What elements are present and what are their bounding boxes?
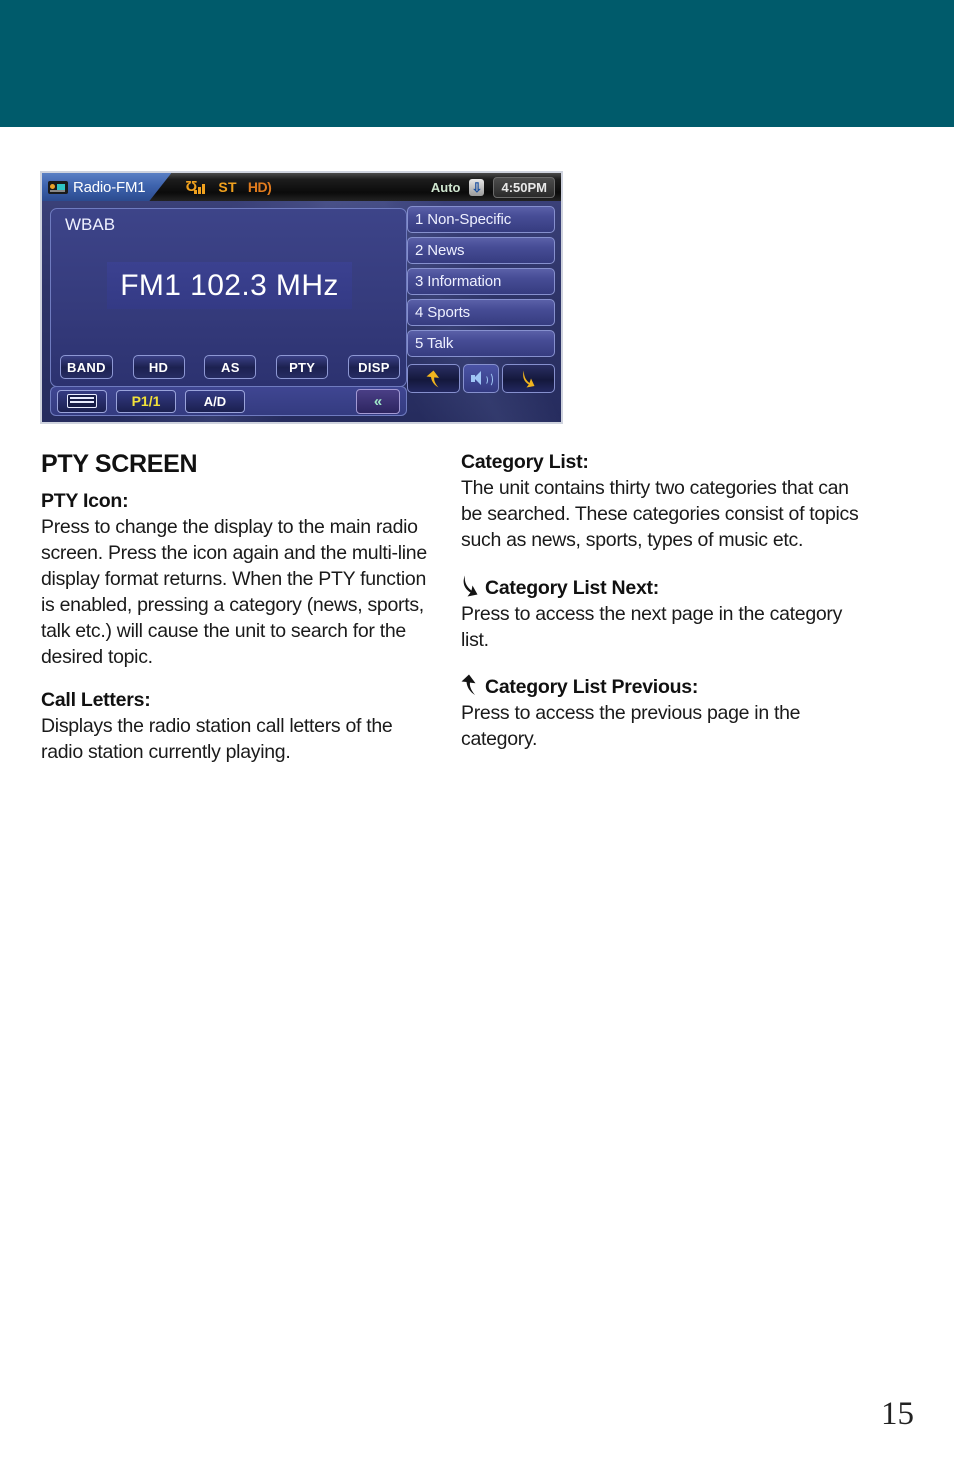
disp-button[interactable]: DISP [347, 355, 400, 379]
preset-page-button[interactable]: P1/1 [116, 389, 176, 413]
term-pty-icon: PTY Icon: [41, 490, 129, 512]
keyboard-button[interactable] [57, 389, 107, 413]
speaker-icon [471, 371, 493, 387]
source-tab[interactable]: Radio-FM1 [42, 173, 171, 201]
term-category-list-next: Category List Next: [485, 576, 660, 599]
category-list-next-button[interactable] [502, 364, 555, 393]
curved-arrow-up-left-icon [461, 674, 480, 696]
category-item-4[interactable]: 4 Sports [407, 299, 555, 326]
term-category-list-next-row: Category List Next: [461, 572, 861, 602]
pty-button[interactable]: PTY [276, 355, 329, 379]
term-category-list: Category List: [461, 451, 589, 473]
body-call-letters: Displays the radio station call letters … [41, 715, 393, 764]
body-category-list: The unit contains thirty two categories … [461, 476, 859, 551]
radio-status-bar: Radio-FM1 Ʊ ST HD) Auto ⇩ 4:50PM [42, 173, 561, 201]
radio-bottom-toolbar: P1/1 A/D « [50, 386, 407, 416]
curved-arrow-down-right-icon [461, 575, 480, 597]
ad-button[interactable]: A/D [185, 389, 245, 413]
radio-head-unit-screenshot: Radio-FM1 Ʊ ST HD) Auto ⇩ 4:50PM WBAB FM… [40, 171, 563, 424]
category-list-previous-button[interactable] [407, 364, 460, 393]
category-item-3[interactable]: 3 Information [407, 268, 555, 295]
right-text-column: Category List: The unit contains thirty … [461, 450, 861, 769]
clock-display: 4:50PM [493, 176, 555, 198]
curved-arrow-down-right-icon [522, 370, 534, 387]
page-header-band [0, 0, 954, 127]
frequency-display: FM1 102.3 MHz [107, 262, 352, 309]
left-text-column: PTY SCREEN PTY Icon: Press to change the… [41, 450, 439, 782]
term-category-list-previous: Category List Previous: [485, 676, 699, 699]
bluetooth-icon: ⇩ [469, 178, 485, 196]
collapse-button[interactable]: « [356, 388, 400, 414]
page-title: PTY SCREEN [41, 450, 198, 478]
hd-button[interactable]: HD [132, 355, 185, 379]
radio-icon [48, 181, 68, 194]
mute-button[interactable] [463, 364, 499, 393]
status-right-group: Auto ⇩ 4:50PM [430, 176, 561, 198]
call-letters-display: WBAB [65, 215, 116, 234]
category-item-5[interactable]: 5 Talk [407, 330, 555, 357]
source-tab-label: Radio-FM1 [73, 178, 146, 196]
status-indicator-group: Ʊ ST HD) [185, 179, 272, 196]
as-button[interactable]: AS [204, 355, 257, 379]
stereo-indicator: ST [218, 179, 237, 195]
curved-arrow-up-left-icon [426, 370, 439, 387]
keyboard-icon [67, 394, 97, 408]
function-button-row: BAND HD AS PTY DISP [60, 355, 400, 379]
term-call-letters: Call Letters: [41, 689, 151, 712]
page-number: 15 [881, 1396, 914, 1432]
band-button[interactable]: BAND [60, 355, 113, 379]
auto-indicator: Auto [430, 179, 461, 195]
hd-radio-indicator: HD) [247, 179, 272, 195]
category-list-panel: 1 Non-Specific 2 News 3 Information 4 Sp… [407, 206, 555, 393]
category-item-1[interactable]: 1 Non-Specific [407, 206, 555, 233]
body-category-list-next: Press to access the next page in the cat… [461, 602, 843, 651]
radio-info-panel: WBAB FM1 102.3 MHz BAND HD AS PTY DISP [50, 208, 407, 387]
term-category-list-previous-row: Category List Previous: [461, 671, 861, 701]
category-nav-row [407, 364, 555, 393]
antenna-signal-icon: Ʊ [185, 179, 207, 195]
category-item-2[interactable]: 2 News [407, 237, 555, 264]
frequency-text: FM1 102.3 MHz [120, 268, 339, 302]
body-category-list-previous: Press to access the previous page in the… [461, 702, 801, 751]
body-pty-icon: Press to change the display to the main … [41, 515, 427, 668]
